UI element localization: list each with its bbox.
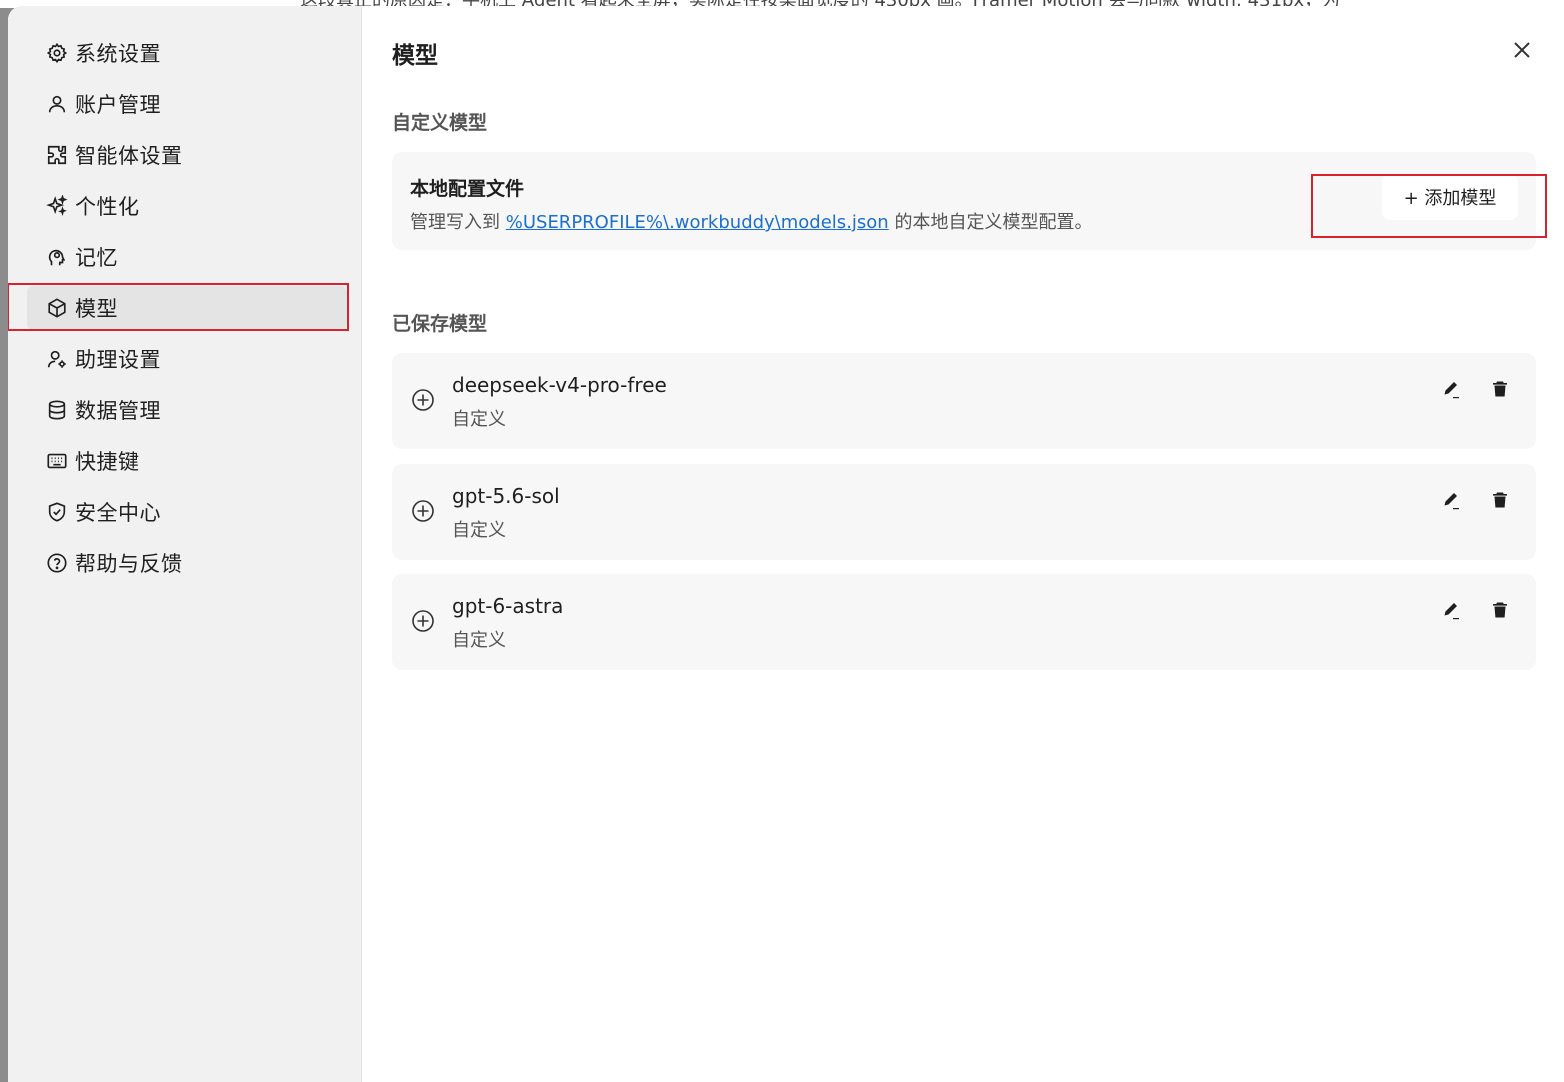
sidebar-item-label: 快捷键 xyxy=(75,450,140,474)
sidebar-item-label: 帮助与反馈 xyxy=(75,552,183,576)
model-type: 自定义 xyxy=(452,409,506,430)
models-json-link[interactable]: %USERPROFILE%\.workbuddy\models.json xyxy=(506,212,889,233)
settings-sidebar: 系统设置 账户管理 智能体设置 个性化 记忆 模型 助理设置 数据管理 快捷键 … xyxy=(8,6,362,1082)
expand-plus-icon[interactable] xyxy=(410,498,436,524)
database-icon xyxy=(45,398,69,422)
shield-check-icon xyxy=(45,500,69,524)
model-name: deepseek-v4-pro-free xyxy=(452,373,667,397)
sidebar-item-assistant-settings[interactable]: 助理设置 xyxy=(27,337,347,381)
custom-models-heading: 自定义模型 xyxy=(392,112,488,134)
edit-icon[interactable] xyxy=(1440,488,1464,512)
sidebar-item-label: 模型 xyxy=(75,297,118,321)
brain-head-icon xyxy=(45,245,69,269)
sidebar-item-label: 数据管理 xyxy=(75,399,161,423)
edit-icon[interactable] xyxy=(1440,377,1464,401)
settings-dialog: 系统设置 账户管理 智能体设置 个性化 记忆 模型 助理设置 数据管理 快捷键 … xyxy=(8,6,1564,1082)
add-model-highlight xyxy=(1311,174,1547,238)
user-icon xyxy=(45,92,69,116)
sidebar-item-models[interactable]: 模型 xyxy=(8,283,349,331)
sidebar-item-help[interactable]: 帮助与反馈 xyxy=(27,541,347,585)
user-gear-icon xyxy=(45,347,69,371)
cube-icon xyxy=(45,296,69,320)
trash-icon[interactable] xyxy=(1488,598,1512,622)
sidebar-item-label: 智能体设置 xyxy=(75,144,183,168)
description-suffix: 的本地自定义模型配置。 xyxy=(888,212,1093,233)
sidebar-item-label: 助理设置 xyxy=(75,348,161,372)
config-card-title: 本地配置文件 xyxy=(410,178,525,200)
models-panel: 模型 自定义模型 本地配置文件 管理写入到 %USERPROFILE%\.wor… xyxy=(362,6,1564,1082)
sidebar-item-data-management[interactable]: 数据管理 xyxy=(27,388,347,432)
sidebar-item-personalization[interactable]: 个性化 xyxy=(27,184,347,228)
help-circle-icon xyxy=(45,551,69,575)
config-card-description: 管理写入到 %USERPROFILE%\.workbuddy\models.js… xyxy=(410,208,1092,234)
close-button[interactable] xyxy=(1508,38,1536,66)
model-card[interactable]: deepseek-v4-pro-free 自定义 xyxy=(392,353,1536,449)
trash-icon[interactable] xyxy=(1488,488,1512,512)
model-type: 自定义 xyxy=(452,520,506,541)
sidebar-item-label: 安全中心 xyxy=(75,501,161,525)
model-card[interactable]: gpt-6-astra 自定义 xyxy=(392,574,1536,670)
sidebar-item-label: 个性化 xyxy=(75,195,140,219)
gear-icon xyxy=(45,41,69,65)
sidebar-item-shortcuts[interactable]: 快捷键 xyxy=(27,439,347,483)
expand-plus-icon[interactable] xyxy=(410,387,436,413)
close-icon xyxy=(1512,40,1532,64)
sidebar-item-label: 系统设置 xyxy=(75,42,161,66)
description-prefix: 管理写入到 xyxy=(410,212,506,233)
sidebar-item-memory[interactable]: 记忆 xyxy=(27,235,347,279)
model-card[interactable]: gpt-5.6-sol 自定义 xyxy=(392,464,1536,560)
sidebar-item-label: 账户管理 xyxy=(75,93,161,117)
sidebar-item-label: 记忆 xyxy=(75,246,118,270)
sidebar-item-system-settings[interactable]: 系统设置 xyxy=(27,31,347,75)
expand-plus-icon[interactable] xyxy=(410,608,436,634)
sidebar-item-account[interactable]: 账户管理 xyxy=(27,82,347,126)
model-name: gpt-5.6-sol xyxy=(452,484,560,508)
sparkle-icon xyxy=(45,194,69,218)
model-name: gpt-6-astra xyxy=(452,594,564,618)
sidebar-item-agent-settings[interactable]: 智能体设置 xyxy=(27,133,347,177)
keyboard-icon xyxy=(45,449,69,473)
puzzle-icon xyxy=(45,143,69,167)
saved-models-heading: 已保存模型 xyxy=(392,313,488,335)
sidebar-item-security[interactable]: 安全中心 xyxy=(27,490,347,534)
edit-icon[interactable] xyxy=(1440,598,1464,622)
page-title: 模型 xyxy=(392,43,438,69)
model-type: 自定义 xyxy=(452,630,506,651)
trash-icon[interactable] xyxy=(1488,377,1512,401)
